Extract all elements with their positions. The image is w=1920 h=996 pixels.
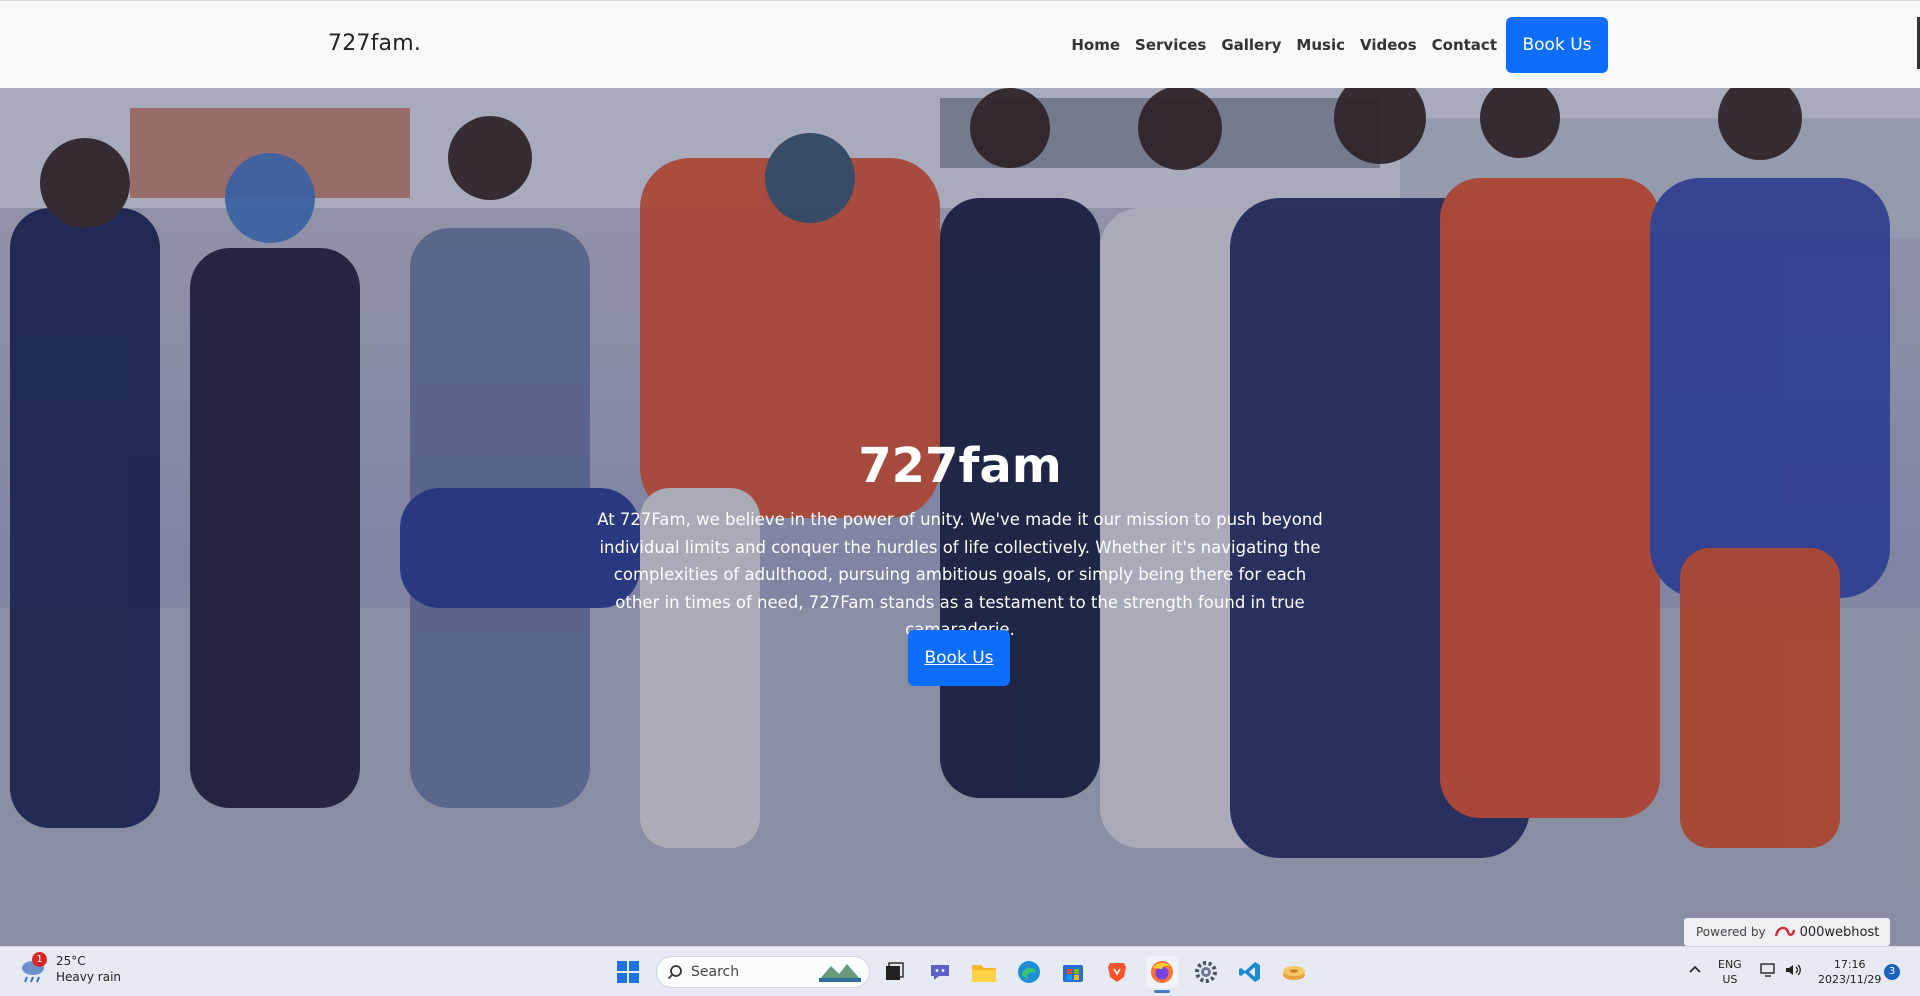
nav-book-us-button[interactable]: Book Us bbox=[1506, 17, 1608, 73]
clock[interactable]: 17:16 2023/11/29 bbox=[1818, 957, 1881, 987]
vscode-icon[interactable] bbox=[1234, 956, 1266, 988]
nav-link-videos[interactable]: Videos bbox=[1360, 36, 1417, 54]
settings-icon[interactable] bbox=[1190, 956, 1222, 988]
windows-start-icon[interactable] bbox=[612, 956, 644, 988]
volume-icon[interactable] bbox=[1784, 962, 1802, 982]
hero-book-us-button[interactable]: Book Us bbox=[908, 630, 1010, 686]
task-view-icon[interactable] bbox=[878, 956, 910, 988]
weather-alert-badge: 1 bbox=[32, 952, 47, 967]
store-icon[interactable] bbox=[1057, 956, 1089, 988]
clock-time: 17:16 bbox=[1833, 958, 1866, 971]
edge-icon[interactable] bbox=[1013, 956, 1045, 988]
search-placeholder: Search bbox=[691, 964, 740, 980]
file-explorer-icon[interactable] bbox=[968, 956, 1000, 988]
nav-link-home[interactable]: Home bbox=[1071, 36, 1120, 54]
brave-icon[interactable] bbox=[1101, 956, 1133, 988]
nav-link-gallery[interactable]: Gallery bbox=[1221, 36, 1281, 54]
taskbar-search-input[interactable]: Search bbox=[656, 956, 870, 988]
webhost-brand: 000webhost bbox=[1799, 924, 1880, 940]
windows-taskbar: 1 25°C Heavy rain Search ENG US 17:16 20… bbox=[0, 946, 1920, 996]
firefox-icon[interactable] bbox=[1146, 956, 1178, 988]
weather-rain-icon: 1 bbox=[18, 952, 48, 984]
teams-chat-icon[interactable] bbox=[924, 956, 956, 988]
powered-by-label: Powered by bbox=[1696, 925, 1766, 939]
clock-date: 2023/11/29 bbox=[1818, 973, 1882, 986]
navbar: 727fam. Home Services Gallery Music Vide… bbox=[0, 0, 1920, 88]
hero-content: 727fam At 727Fam, we believe in the powe… bbox=[0, 88, 1920, 946]
language-label: ENG bbox=[1718, 958, 1742, 971]
notification-badge[interactable]: 3 bbox=[1884, 964, 1900, 980]
weather-temp: 25°C bbox=[56, 954, 86, 968]
brand-logo[interactable]: 727fam. bbox=[328, 31, 421, 56]
hero-title: 727fam bbox=[858, 438, 1062, 494]
region-label: US bbox=[1722, 973, 1738, 986]
nav-link-contact[interactable]: Contact bbox=[1432, 36, 1497, 54]
language-indicator[interactable]: ENG US bbox=[1718, 957, 1742, 987]
network-icon[interactable] bbox=[1760, 962, 1778, 982]
nav-menu: Home Services Gallery Music Videos Conta… bbox=[1056, 17, 1608, 73]
show-hidden-icons[interactable] bbox=[1688, 963, 1702, 978]
search-icon bbox=[667, 965, 682, 980]
webhost-swirl-icon bbox=[1774, 926, 1795, 937]
nav-link-services[interactable]: Services bbox=[1135, 36, 1206, 54]
hero-section: 727fam At 727Fam, we believe in the powe… bbox=[0, 88, 1920, 946]
disk-icon[interactable] bbox=[1278, 956, 1310, 988]
weather-widget[interactable]: 1 25°C Heavy rain bbox=[18, 952, 122, 985]
weather-condition: Heavy rain bbox=[56, 970, 122, 984]
nav-link-music[interactable]: Music bbox=[1296, 36, 1345, 54]
webhost-logo: 000webhost bbox=[1774, 924, 1880, 940]
search-highlight-icon bbox=[819, 964, 861, 982]
powered-by-badge[interactable]: Powered by 000webhost bbox=[1684, 918, 1890, 946]
firefox-active-indicator bbox=[1154, 990, 1170, 993]
chevron-up-icon bbox=[1689, 965, 1701, 973]
hero-description: At 727Fam, we believe in the power of un… bbox=[597, 510, 1323, 639]
